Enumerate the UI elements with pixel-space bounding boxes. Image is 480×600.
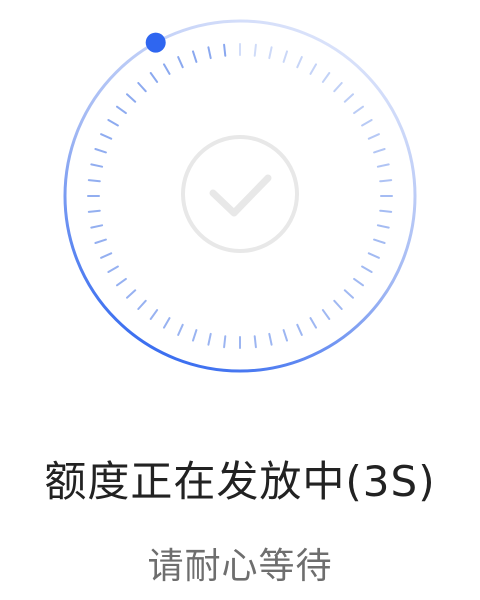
tick-mark <box>379 209 393 213</box>
progress-ring <box>63 19 417 373</box>
tick-mark <box>309 317 317 329</box>
tick-mark <box>149 309 159 320</box>
tick-mark <box>177 323 184 336</box>
progress-dial <box>0 0 480 400</box>
quota-issuing-screen: 额度正在发放中(3S) 请耐心等待 <box>0 0 480 600</box>
tick-mark <box>90 224 104 229</box>
tick-mark <box>376 224 390 229</box>
tick-mark <box>282 50 288 63</box>
tick-mark <box>90 163 104 168</box>
tick-mark <box>253 43 257 57</box>
progress-indicator-dot <box>145 32 166 53</box>
tick-mark <box>296 56 303 69</box>
tick-mark <box>116 105 127 115</box>
tick-mark <box>379 179 393 183</box>
check-icon <box>209 174 272 217</box>
status-subtitle: 请耐心等待 <box>147 546 333 587</box>
tick-mark <box>149 72 159 83</box>
tick-mark <box>309 63 317 75</box>
tick-mark <box>361 119 373 127</box>
tick-mark <box>282 329 288 342</box>
tick-mark <box>268 46 273 60</box>
tick-mark <box>207 332 212 346</box>
tick-mark <box>87 209 101 213</box>
tick-mark <box>361 265 373 273</box>
tick-mark <box>343 93 354 103</box>
tick-mark <box>192 50 198 63</box>
tick-mark <box>373 148 386 154</box>
tick-mark <box>100 252 113 259</box>
tick-mark <box>137 299 147 310</box>
tick-mark <box>373 238 386 244</box>
tick-mark <box>100 133 113 140</box>
status-title: 额度正在发放中(3S) <box>44 457 436 506</box>
tick-mark <box>333 299 343 310</box>
tick-mark <box>126 289 137 299</box>
tick-mark <box>107 119 119 127</box>
tick-mark <box>367 133 380 140</box>
tick-mark <box>353 105 364 115</box>
tick-mark <box>177 56 184 69</box>
tick-mark <box>223 43 227 57</box>
tick-mark <box>107 265 119 273</box>
tick-mark <box>376 163 390 168</box>
tick-mark <box>87 179 101 183</box>
tick-mark <box>163 317 171 329</box>
check-circle <box>181 135 299 253</box>
outer-progress-ring <box>63 19 417 373</box>
tick-mark <box>333 82 343 93</box>
tick-mark <box>207 46 212 60</box>
tick-mark <box>296 323 303 336</box>
tick-mark <box>116 277 127 287</box>
tick-mark <box>367 252 380 259</box>
tick-mark <box>343 289 354 299</box>
tick-mark <box>126 93 137 103</box>
tick-marks <box>87 43 393 349</box>
tick-mark <box>94 238 107 244</box>
tick-mark <box>321 309 331 320</box>
tick-mark <box>253 335 257 349</box>
tick-mark <box>192 329 198 342</box>
tick-mark <box>94 148 107 154</box>
tick-mark <box>163 63 171 75</box>
tick-mark <box>268 332 273 346</box>
tick-mark <box>223 335 227 349</box>
tick-mark <box>321 72 331 83</box>
tick-mark <box>137 82 147 93</box>
tick-mark <box>353 277 364 287</box>
